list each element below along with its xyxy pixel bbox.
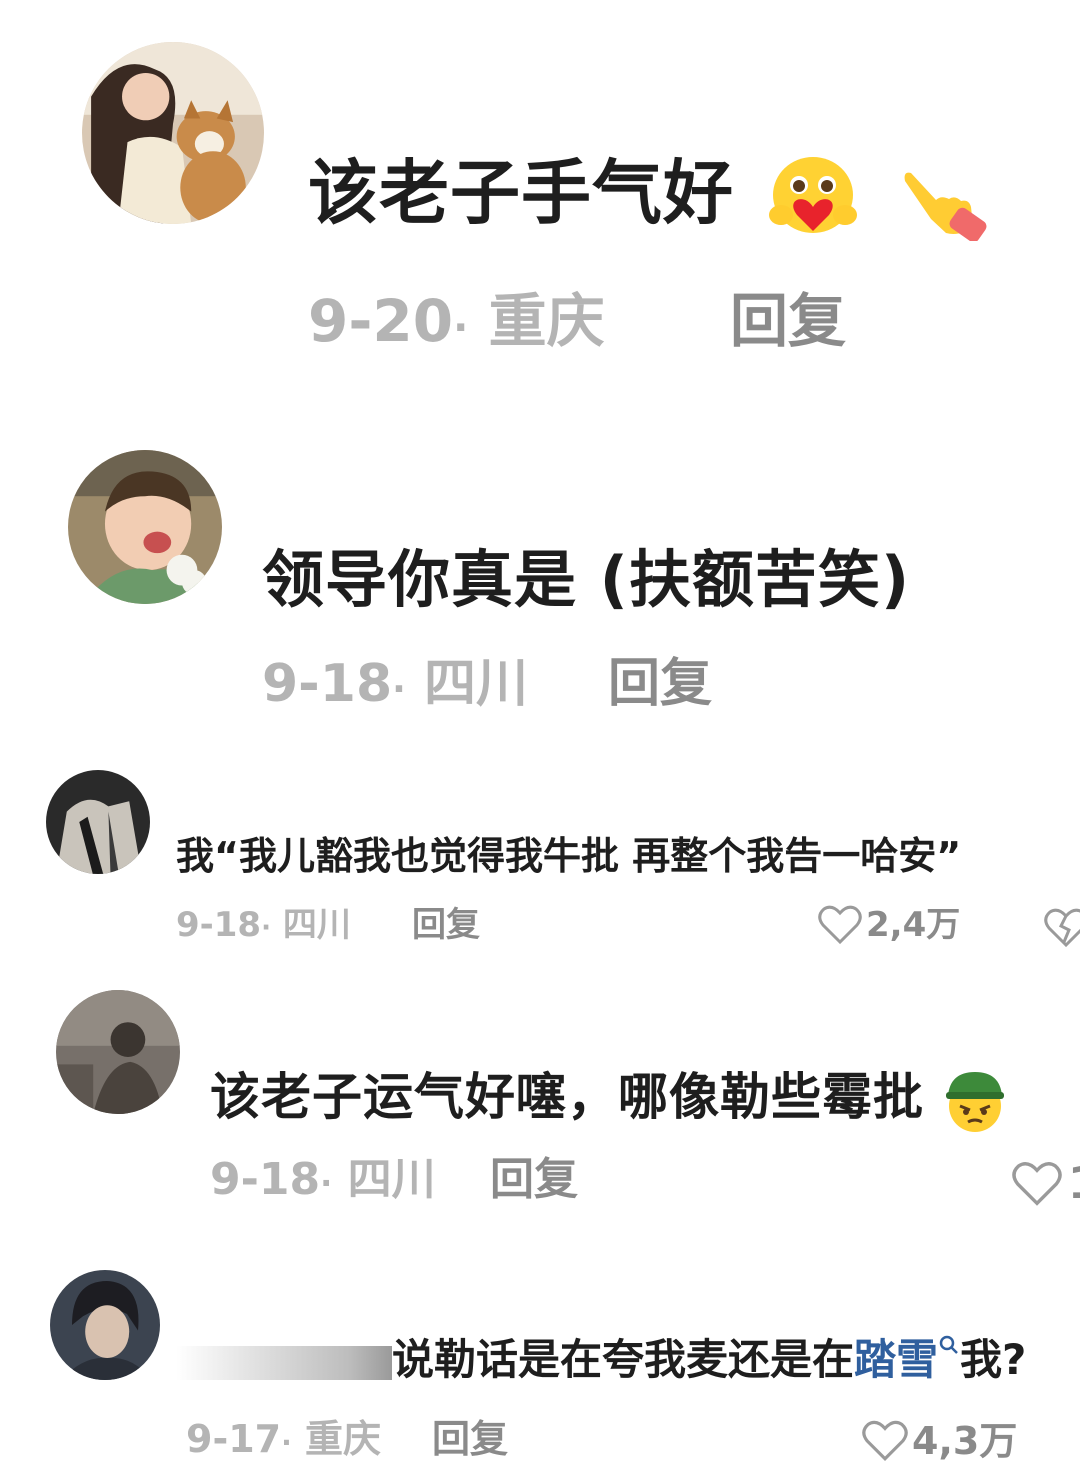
reply-button[interactable]: 回复	[432, 1414, 508, 1464]
like-count: 2,4万	[866, 905, 961, 945]
separator: ·	[453, 305, 469, 351]
location-label: 四川	[347, 1154, 436, 1205]
comment-meta: 9-18· 四川	[210, 1152, 436, 1211]
avatar-person-jacket-image	[46, 770, 150, 874]
avatar[interactable]	[68, 450, 222, 604]
avatar-child-image	[68, 450, 222, 604]
location-label: 重庆	[304, 1417, 381, 1461]
soldier-face-emoji-icon	[946, 1071, 1005, 1132]
date-label: 9-18	[176, 905, 262, 945]
search-link-label: 踏雪	[854, 1335, 939, 1384]
like-button[interactable]: 1	[1012, 1156, 1080, 1212]
avatar-anime-man-image	[50, 1270, 160, 1380]
like-count: 4,3万	[912, 1419, 1018, 1463]
separator: ·	[261, 913, 271, 943]
avatar-dim-person-image	[56, 990, 180, 1114]
comment-text-suffix: 我?	[960, 1335, 1027, 1384]
heart-outline-icon	[1012, 1162, 1062, 1206]
reply-button[interactable]: 回复	[730, 286, 846, 356]
comment-meta: 9-18· 四川	[176, 902, 351, 951]
heart-outline-icon	[818, 905, 862, 945]
avatar[interactable]	[56, 990, 180, 1114]
comment-1: 该老子手气好 9-20· 重庆 回复	[0, 0, 1080, 400]
blurred-username	[176, 1345, 392, 1380]
comment-meta: 9-18· 四川	[262, 652, 528, 722]
avatar-woman-dog-image	[82, 42, 264, 224]
dislike-icon[interactable]	[1044, 908, 1080, 948]
avatar[interactable]	[82, 42, 264, 224]
separator: ·	[281, 1426, 292, 1459]
reply-button[interactable]: 回复	[608, 652, 712, 716]
like-count: 1	[1068, 1156, 1080, 1212]
separator: ·	[320, 1164, 333, 1202]
search-link[interactable]: 踏雪	[854, 1335, 960, 1384]
comment-text: 该老子运气好噻，哪像勒些霉批	[210, 1064, 1008, 1134]
date-label: 9-18	[210, 1154, 321, 1205]
avatar[interactable]	[50, 1270, 160, 1380]
like-button[interactable]: 4,3万	[862, 1416, 1017, 1466]
separator: ·	[392, 669, 406, 710]
comment-meta: 9-17· 重庆	[186, 1414, 381, 1468]
reply-button[interactable]: 回复	[412, 902, 480, 948]
comment-text: 说勒话是在夸我麦还是在踏雪 我?	[176, 1332, 1026, 1388]
date-label: 9-18	[262, 654, 393, 714]
comment-text: 领导你真是 (扶额苦笑)	[262, 543, 911, 616]
avatar[interactable]	[46, 770, 150, 874]
like-button[interactable]: 2,4万	[818, 902, 960, 948]
comment-text: 该老子手气好	[308, 148, 991, 241]
heart-outline-icon	[862, 1420, 908, 1461]
comment-text: 我“我儿豁我也觉得我牛批 再整个我告一哈安”	[176, 834, 962, 878]
search-small-icon	[939, 1335, 958, 1354]
location-label: 四川	[282, 905, 351, 945]
comment-text-label: 该老子运气好噻，哪像勒些霉批	[210, 1068, 924, 1126]
comment-text-prefix: 说勒话是在夸我麦还是在	[392, 1335, 855, 1384]
date-label: 9-17	[186, 1417, 282, 1461]
date-label: 9-20	[308, 287, 454, 355]
reply-button[interactable]: 回复	[490, 1152, 578, 1208]
comment-text-label: 该老子手气好	[308, 152, 734, 234]
heart-hug-emoji-icon	[769, 156, 858, 233]
location-label: 四川	[423, 654, 528, 714]
pointing-hand-emoji-icon	[904, 172, 987, 241]
location-label: 重庆	[488, 287, 605, 355]
comment-meta: 9-20· 重庆	[308, 286, 605, 363]
